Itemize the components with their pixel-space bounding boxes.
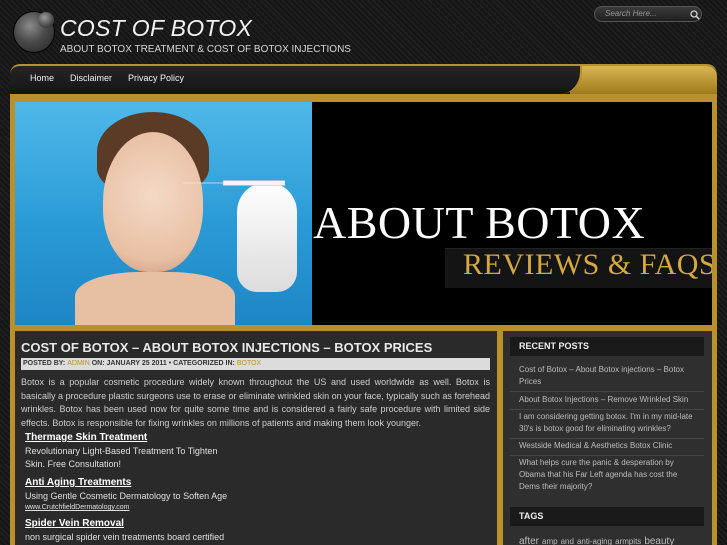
banner-subtitle: REVIEWS & FAQS <box>463 248 712 281</box>
banner-face <box>103 132 203 272</box>
ad-text: Revolutionary Light-Based Treatment To T… <box>25 446 218 456</box>
nav-links: Home Disclaimer Privacy Policy <box>30 73 200 83</box>
nav-privacy-link[interactable]: Privacy Policy <box>128 73 184 83</box>
recent-posts-header: RECENT POSTS <box>510 337 704 356</box>
site-title[interactable]: COST OF BOTOX <box>60 15 252 42</box>
tag-link[interactable]: anti-aging <box>577 537 612 545</box>
ad-title-anti-aging[interactable]: Anti Aging Treatments <box>25 477 131 488</box>
logo-icon[interactable] <box>14 12 54 52</box>
search-icon[interactable] <box>690 10 700 20</box>
banner-title: ABOUT BOTOX <box>313 197 646 248</box>
ad-text: Using Gentle Cosmetic Dermatology to Sof… <box>25 491 228 501</box>
ad-title-spider-vein[interactable]: Spider Vein Removal <box>25 518 124 529</box>
banner-photo <box>15 102 312 325</box>
tag-link[interactable]: after <box>519 536 539 545</box>
recent-post-item[interactable]: About Botox Injections – Remove Wrinkled… <box>510 394 704 410</box>
author-link[interactable]: ADMIN <box>67 360 90 367</box>
recent-post-item[interactable]: I am considering getting botox. I'm in m… <box>510 411 704 439</box>
post-meta: POSTED BY: ADMIN ON: JANUARY 25 2011 • C… <box>21 358 490 370</box>
recent-post-item[interactable]: Westside Medical & Aesthetics Botox Clin… <box>510 440 704 456</box>
ad-title-thermage[interactable]: Thermage Skin Treatment <box>25 432 147 443</box>
search-input[interactable]: Search Here... <box>594 6 702 22</box>
tag-link[interactable]: amp <box>542 537 558 545</box>
post-body: Botox is a popular cosmetic procedure wi… <box>21 377 490 428</box>
syringe-icon <box>183 180 286 186</box>
tag-link[interactable]: armpits <box>615 537 641 545</box>
nav-disclaimer-link[interactable]: Disclaimer <box>70 73 112 83</box>
recent-post-item[interactable]: What helps cure the panic & desperation … <box>510 457 704 495</box>
site-tagline: ABOUT BOTOX TREATMENT & COST OF BOTOX IN… <box>60 44 351 55</box>
date-category-label: ON: JANUARY 25 2011 • CATEGORIZED IN: <box>91 360 235 367</box>
tag-link[interactable]: and <box>561 537 574 545</box>
nav-home-link[interactable]: Home <box>30 73 54 83</box>
ad-url[interactable]: www.CrutchfieldDermatology.com <box>25 504 130 511</box>
tags-header: TAGS <box>510 507 704 526</box>
post-title[interactable]: COST OF BOTOX – ABOUT BOTOX INJECTIONS –… <box>21 340 432 355</box>
banner-gloved-hand <box>237 182 297 292</box>
tag-link[interactable]: beauty <box>644 536 674 545</box>
ad-text: Skin. Free Consultation! <box>25 459 122 469</box>
nav-bar: Home Disclaimer Privacy Policy <box>10 64 717 94</box>
ad-text: non surgical spider vein treatments boar… <box>25 532 225 542</box>
category-link[interactable]: BOTOX <box>237 360 261 367</box>
posted-by-label: POSTED BY: <box>23 360 66 367</box>
nav-gold-accent <box>540 66 717 94</box>
banner-shoulders <box>75 272 235 325</box>
recent-post-item[interactable]: Cost of Botox – About Botox injections –… <box>510 364 704 392</box>
tag-cloud: after amp and anti-aging armpits beauty <box>519 531 677 545</box>
header-banner: ABOUT BOTOX REVIEWS & FAQS <box>15 102 712 325</box>
